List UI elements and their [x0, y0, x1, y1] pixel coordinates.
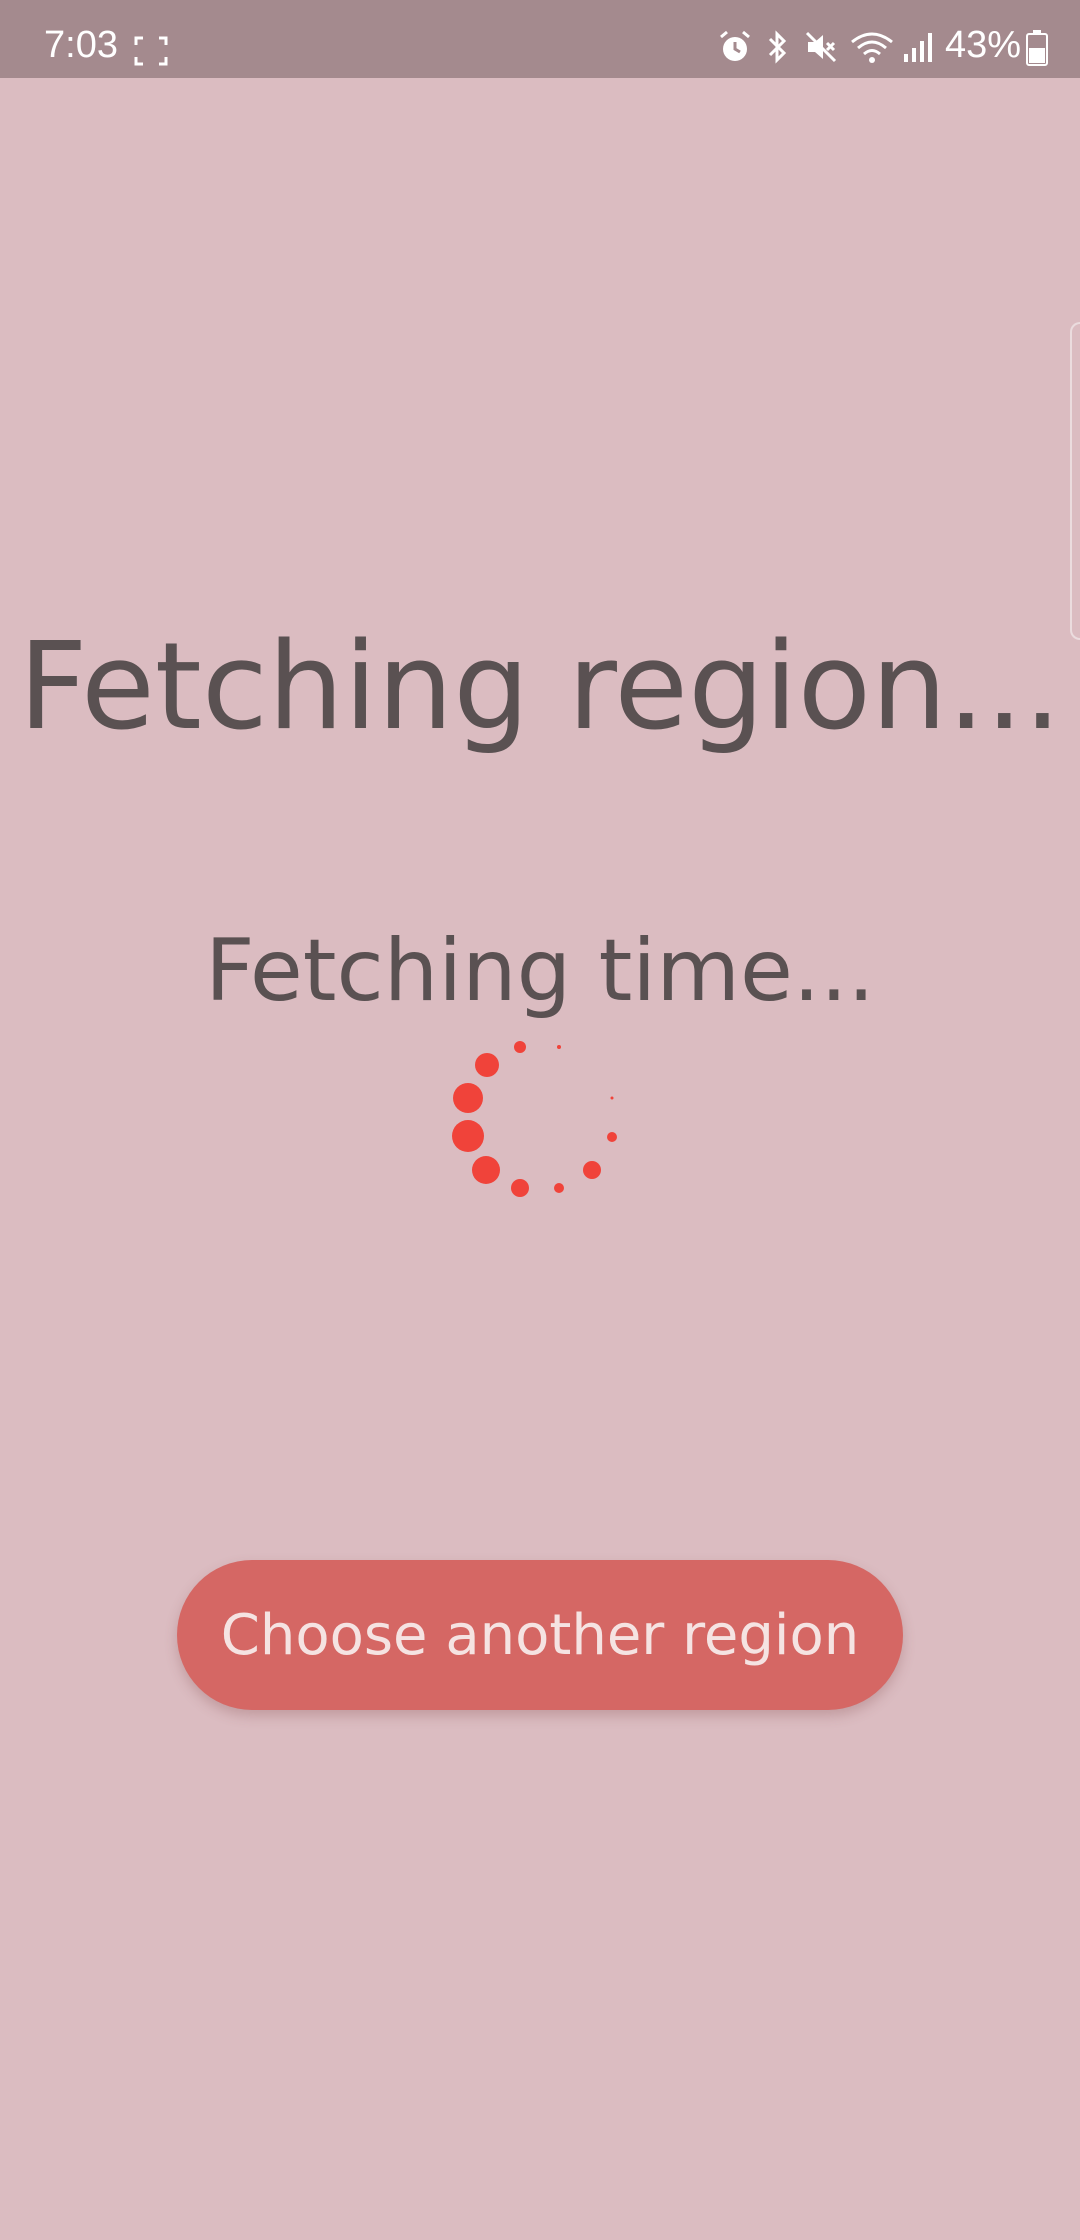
loading-spinner	[452, 1041, 617, 1197]
spinner-dot	[583, 1161, 601, 1179]
spinner-dot	[511, 1179, 529, 1197]
region-status-text: Fetching region...	[18, 618, 1062, 757]
spinner-dot	[514, 1041, 526, 1053]
edge-panel-handle[interactable]	[1070, 322, 1080, 640]
battery-icon	[1026, 30, 1048, 66]
signal-icon	[904, 33, 932, 62]
spinner-dot	[475, 1053, 499, 1077]
bluetooth-icon	[768, 30, 787, 64]
time-status-text: Fetching time...	[205, 921, 875, 1021]
battery-percent: 43%	[945, 24, 1022, 66]
mute-icon	[805, 31, 837, 63]
status-time: 7:03	[44, 24, 118, 66]
spinner-dot	[453, 1083, 483, 1113]
wifi-icon	[851, 32, 893, 63]
spinner-dot	[610, 1096, 614, 1100]
spinner-dot	[452, 1120, 484, 1152]
choose-another-region-button[interactable]: Choose another region	[177, 1560, 903, 1710]
status-bar: 7:03 43%	[0, 0, 1080, 78]
spinner-dot	[607, 1132, 617, 1142]
spinner-dot	[554, 1183, 564, 1193]
alarm-icon	[720, 30, 750, 61]
screenshot-icon	[134, 36, 168, 66]
spinner-dot	[472, 1156, 500, 1184]
spinner-dot	[557, 1045, 561, 1049]
